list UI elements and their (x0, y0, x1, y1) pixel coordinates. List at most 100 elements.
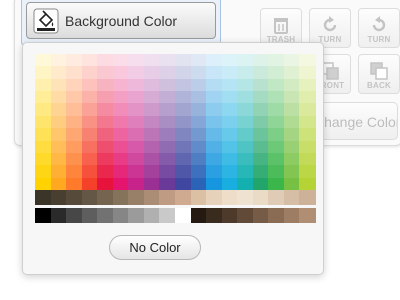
color-swatch[interactable] (97, 165, 114, 179)
color-swatch[interactable] (283, 103, 301, 117)
color-swatch[interactable] (283, 152, 301, 166)
color-swatch[interactable] (299, 177, 316, 191)
color-swatch[interactable] (221, 177, 238, 191)
neutral-swatch[interactable] (35, 190, 52, 205)
neutral-swatch[interactable] (190, 190, 207, 205)
color-swatch[interactable] (252, 66, 269, 80)
color-swatch[interactable] (128, 128, 145, 142)
color-swatch[interactable] (128, 91, 145, 105)
color-swatch[interactable] (283, 177, 301, 191)
send-back-button[interactable]: BACK (358, 54, 400, 94)
color-swatch[interactable] (206, 103, 223, 117)
color-swatch[interactable] (237, 54, 254, 67)
color-swatch[interactable] (159, 103, 176, 117)
color-swatch[interactable] (221, 103, 238, 117)
neutral-swatch[interactable] (299, 190, 316, 205)
color-swatch[interactable] (268, 152, 285, 166)
color-swatch[interactable] (143, 140, 161, 154)
color-swatch[interactable] (268, 54, 285, 67)
color-swatch[interactable] (66, 115, 83, 129)
color-swatch[interactable] (175, 177, 192, 191)
color-swatch[interactable] (66, 103, 83, 117)
color-swatch[interactable] (175, 115, 192, 129)
color-swatch[interactable] (97, 140, 114, 154)
color-swatch[interactable] (190, 115, 207, 129)
color-swatch[interactable] (66, 140, 83, 154)
neutral-swatch[interactable] (81, 190, 98, 205)
color-swatch[interactable] (112, 152, 129, 166)
color-swatch[interactable] (112, 177, 129, 191)
neutral-swatch[interactable] (175, 190, 192, 205)
color-swatch[interactable] (268, 177, 285, 191)
color-swatch[interactable] (81, 103, 98, 117)
color-swatch[interactable] (175, 66, 192, 80)
color-swatch[interactable] (237, 91, 254, 105)
color-swatch[interactable] (128, 140, 145, 154)
color-swatch[interactable] (206, 177, 223, 191)
color-swatch[interactable] (175, 91, 192, 105)
color-swatch[interactable] (190, 66, 207, 80)
color-swatch[interactable] (97, 78, 114, 92)
color-swatch[interactable] (66, 91, 83, 105)
gray-swatch[interactable] (190, 208, 207, 223)
color-swatch[interactable] (97, 128, 114, 142)
color-swatch[interactable] (81, 78, 98, 92)
color-swatch[interactable] (66, 78, 83, 92)
color-swatch[interactable] (112, 103, 129, 117)
color-swatch[interactable] (81, 177, 98, 191)
color-swatch[interactable] (81, 115, 98, 129)
color-swatch[interactable] (283, 54, 301, 67)
color-swatch[interactable] (97, 115, 114, 129)
color-swatch[interactable] (35, 78, 52, 92)
color-swatch[interactable] (112, 54, 129, 67)
color-swatch[interactable] (299, 103, 316, 117)
color-swatch[interactable] (299, 140, 316, 154)
color-swatch[interactable] (35, 165, 52, 179)
color-swatch[interactable] (221, 115, 238, 129)
neutral-swatch[interactable] (252, 190, 269, 205)
color-swatch[interactable] (237, 103, 254, 117)
color-swatch[interactable] (206, 78, 223, 92)
color-swatch[interactable] (66, 66, 83, 80)
color-swatch[interactable] (299, 115, 316, 129)
color-swatch[interactable] (252, 128, 269, 142)
color-swatch[interactable] (143, 165, 161, 179)
color-swatch[interactable] (35, 115, 52, 129)
color-swatch[interactable] (35, 152, 52, 166)
color-swatch[interactable] (128, 78, 145, 92)
color-swatch[interactable] (159, 140, 176, 154)
color-swatch[interactable] (128, 54, 145, 67)
color-swatch[interactable] (143, 152, 161, 166)
color-swatch[interactable] (66, 128, 83, 142)
color-swatch[interactable] (190, 177, 207, 191)
color-swatch[interactable] (50, 128, 67, 142)
gray-swatch[interactable] (206, 208, 223, 223)
color-swatch[interactable] (159, 152, 176, 166)
color-swatch[interactable] (237, 78, 254, 92)
gray-swatch[interactable] (268, 208, 285, 223)
color-swatch[interactable] (299, 91, 316, 105)
gray-swatch[interactable] (128, 208, 145, 223)
color-swatch[interactable] (175, 78, 192, 92)
color-swatch[interactable] (66, 165, 83, 179)
color-swatch[interactable] (35, 103, 52, 117)
color-swatch[interactable] (112, 115, 129, 129)
color-swatch[interactable] (283, 128, 301, 142)
color-swatch[interactable] (268, 66, 285, 80)
color-swatch[interactable] (221, 66, 238, 80)
neutral-swatch[interactable] (143, 190, 161, 205)
color-swatch[interactable] (175, 54, 192, 67)
color-swatch[interactable] (206, 152, 223, 166)
color-swatch[interactable] (112, 78, 129, 92)
color-swatch[interactable] (299, 66, 316, 80)
color-swatch[interactable] (252, 54, 269, 67)
color-swatch[interactable] (159, 177, 176, 191)
color-swatch[interactable] (97, 103, 114, 117)
color-swatch[interactable] (50, 165, 67, 179)
color-swatch[interactable] (283, 115, 301, 129)
color-swatch[interactable] (283, 78, 301, 92)
color-swatch[interactable] (190, 165, 207, 179)
color-swatch[interactable] (66, 152, 83, 166)
color-swatch[interactable] (237, 177, 254, 191)
color-swatch[interactable] (81, 91, 98, 105)
